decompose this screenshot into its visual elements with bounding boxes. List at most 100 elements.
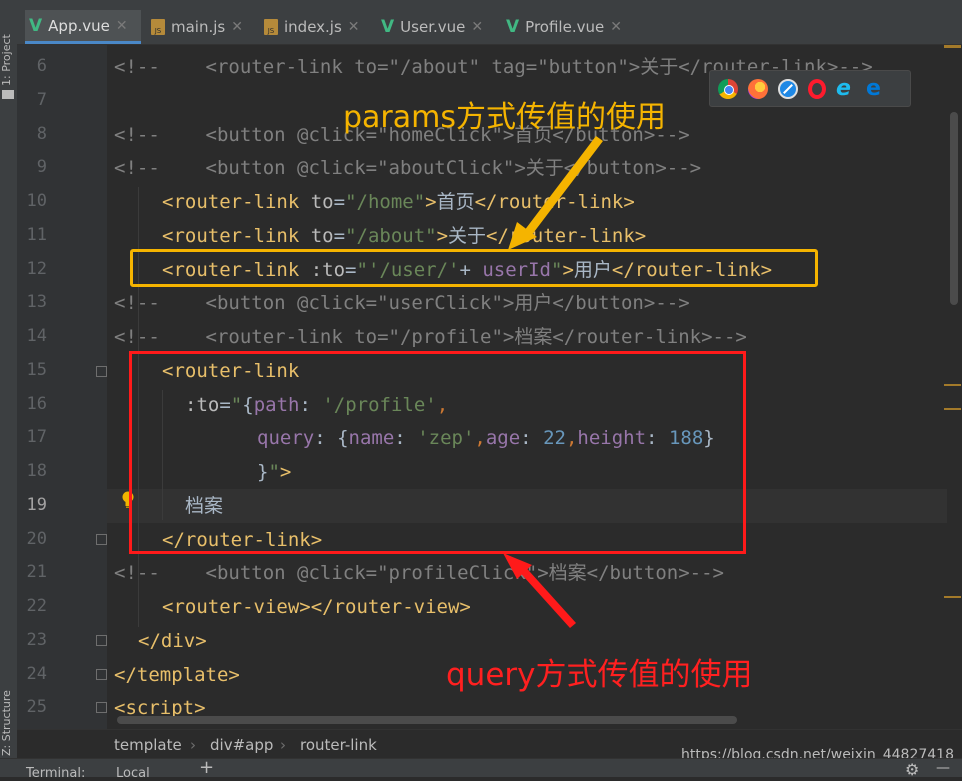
- structure-tool-tab[interactable]: Z: Structure: [0, 680, 17, 756]
- comment-text: <!-- <button @click="userClick">用户</butt…: [114, 292, 690, 314]
- vue-file-icon: V: [29, 15, 43, 36]
- tab-label: App.vue: [48, 16, 110, 35]
- fold-marker[interactable]: [96, 366, 107, 377]
- close-icon[interactable]: ✕: [471, 19, 483, 35]
- add-icon[interactable]: +: [199, 757, 214, 778]
- js-file-icon: JS: [151, 19, 165, 35]
- close-icon[interactable]: ✕: [231, 19, 243, 35]
- punct: =: [333, 191, 346, 213]
- tag-close: </router-link>: [486, 225, 647, 247]
- gear-icon[interactable]: ⚙: [905, 760, 919, 779]
- code-line-10[interactable]: <router-link to="/home">首页</router-link>: [162, 185, 635, 219]
- code-line-23[interactable]: </div>: [138, 624, 207, 658]
- tag-close: </router-link>: [474, 191, 635, 213]
- code-line-9[interactable]: <!-- <button @click="aboutClick">关于</but…: [114, 151, 701, 185]
- error-stripe-marker[interactable]: [944, 596, 961, 598]
- breadcrumb-item[interactable]: div#app: [210, 736, 273, 754]
- line-number: 16: [26, 394, 47, 414]
- comment-text: <!-- <router-link to="/profile">档案</rout…: [114, 326, 747, 348]
- terminal-tab-label[interactable]: Terminal:: [26, 766, 85, 781]
- tab-index-js[interactable]: JS index.js ✕: [264, 10, 360, 44]
- terminal-session-tab[interactable]: Local: [116, 766, 150, 781]
- fold-marker[interactable]: [96, 669, 107, 680]
- code-line-22[interactable]: <router-view></router-view>: [162, 590, 471, 624]
- line-number: 6: [36, 56, 47, 76]
- breadcrumb-item[interactable]: router-link: [300, 736, 377, 754]
- line-number: 21: [26, 562, 47, 582]
- safari-icon[interactable]: [778, 78, 798, 99]
- code-line-11[interactable]: <router-link to="/about">关于</router-link…: [162, 219, 646, 253]
- close-icon[interactable]: ✕: [348, 19, 360, 35]
- code-line-13[interactable]: <!-- <button @click="userClick">用户</butt…: [114, 286, 690, 320]
- line-number: 17: [26, 427, 47, 447]
- fold-marker[interactable]: [96, 635, 107, 646]
- fold-marker[interactable]: [96, 534, 107, 545]
- attr-name: to: [310, 191, 334, 213]
- tool-window-sidebar: 1: Project Z: Structure: [0, 0, 18, 776]
- firefox-icon[interactable]: [748, 78, 768, 99]
- breadcrumb-separator: ›: [280, 736, 286, 754]
- attr-name: to: [310, 225, 334, 247]
- breadcrumb-item[interactable]: template: [114, 736, 182, 754]
- line-number: 15: [26, 360, 47, 380]
- error-stripe-marker[interactable]: [944, 408, 961, 410]
- line-number: 23: [26, 630, 47, 650]
- text-content: 关于: [448, 225, 487, 247]
- fold-marker[interactable]: [96, 702, 107, 713]
- line-number: 14: [26, 326, 47, 346]
- breadcrumb-separator: ›: [190, 736, 196, 754]
- edge-icon[interactable]: e: [866, 77, 886, 99]
- tab-label: Profile.vue: [525, 18, 605, 36]
- tab-label: index.js: [284, 18, 342, 36]
- tab-main-js[interactable]: JS main.js ✕: [151, 10, 243, 44]
- code-line-14[interactable]: <!-- <router-link to="/profile">档案</rout…: [114, 320, 747, 354]
- tab-app-vue[interactable]: V App.vue ✕: [25, 10, 141, 44]
- opera-icon[interactable]: [808, 78, 826, 99]
- line-number: 20: [26, 529, 47, 549]
- vue-file-icon: V: [381, 17, 395, 37]
- status-bar: Terminal: Local + ⚙ —: [0, 757, 962, 781]
- punct: =: [333, 225, 346, 247]
- line-number-current: 19: [26, 495, 47, 515]
- comment-text: <!-- <button @click="aboutClick">关于</but…: [114, 157, 702, 179]
- params-highlight-box: [130, 249, 818, 287]
- comment-text: <!-- <button @click="profileClick">档案</b…: [114, 562, 724, 584]
- tab-user-vue[interactable]: V User.vue ✕: [381, 10, 483, 44]
- chrome-icon[interactable]: [718, 78, 738, 99]
- line-number: 24: [26, 664, 47, 684]
- line-number: 11: [26, 225, 47, 245]
- tab-label: User.vue: [400, 18, 466, 36]
- tab-label: main.js: [171, 18, 226, 36]
- tag-end: >: [425, 191, 437, 213]
- editor-tab-bar: V App.vue ✕ JS main.js ✕ JS index.js ✕ V…: [17, 0, 962, 45]
- line-number: 18: [26, 461, 47, 481]
- horizontal-scrollbar[interactable]: [117, 716, 737, 724]
- vertical-scrollbar[interactable]: [950, 112, 958, 305]
- error-stripe-marker[interactable]: [944, 384, 961, 386]
- code-line-21[interactable]: <!-- <button @click="profileClick">档案</b…: [114, 556, 724, 590]
- tag-pair: <router-view></router-view>: [162, 596, 471, 618]
- attr-value: "/about": [345, 225, 437, 247]
- js-file-icon: JS: [264, 19, 278, 35]
- browser-preview-bar: e e: [709, 70, 911, 107]
- ie-icon[interactable]: e: [836, 77, 856, 99]
- close-icon[interactable]: ✕: [116, 18, 128, 34]
- params-annotation: params方式传值的使用: [343, 100, 666, 135]
- tag-open: <router-link: [162, 225, 311, 247]
- tab-profile-vue[interactable]: V Profile.vue ✕: [506, 10, 622, 44]
- project-tool-tab[interactable]: 1: Project: [0, 6, 17, 86]
- close-icon[interactable]: ✕: [610, 19, 622, 35]
- line-number: 12: [26, 259, 47, 279]
- attr-value: "/home": [345, 191, 426, 213]
- minimize-icon[interactable]: —: [936, 760, 950, 776]
- query-annotation: query方式传值的使用: [446, 657, 753, 693]
- folder-icon[interactable]: [2, 90, 14, 99]
- scrollbar-track-top: [944, 45, 961, 48]
- query-highlight-box: [129, 351, 746, 554]
- line-number: 8: [36, 124, 47, 144]
- line-number: 22: [26, 596, 47, 616]
- line-number: 7: [36, 90, 47, 110]
- code-line-24[interactable]: </template>: [114, 658, 240, 692]
- tag-close: </template>: [114, 664, 240, 686]
- tag-open: <router-link: [162, 191, 311, 213]
